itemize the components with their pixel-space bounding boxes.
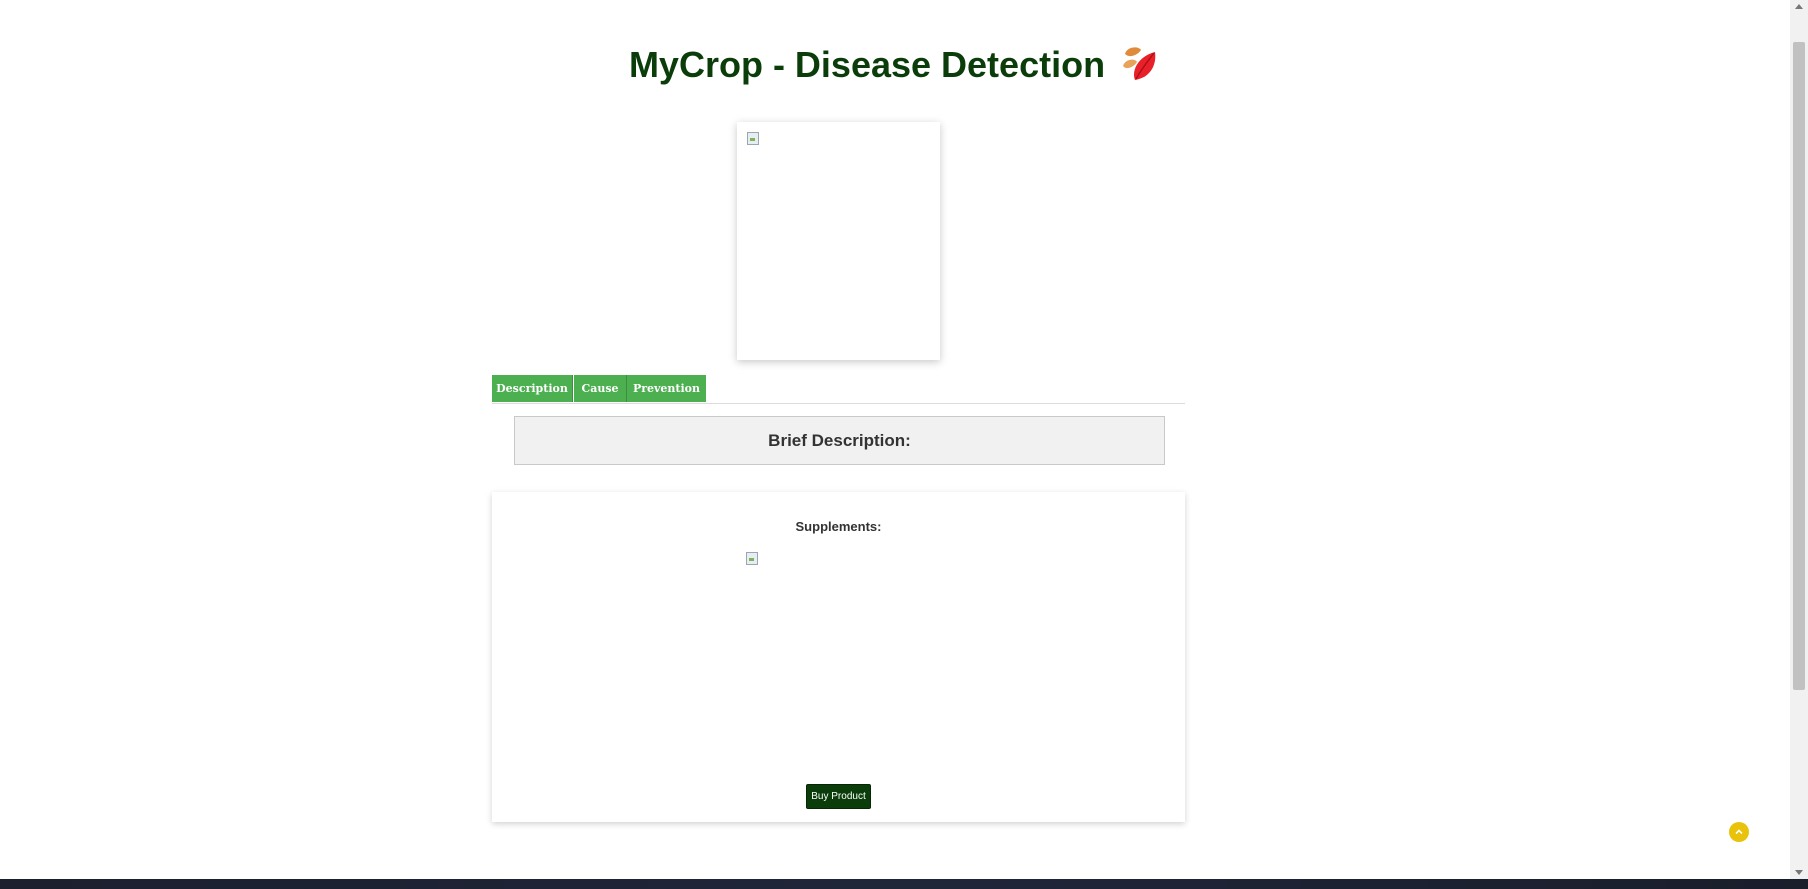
supplements-heading: Supplements: <box>795 519 882 534</box>
tab-prevention[interactable]: Prevention <box>626 375 706 402</box>
tab-cause[interactable]: Cause <box>574 375 626 402</box>
vertical-scrollbar[interactable] <box>1790 0 1808 879</box>
supplements-card: Supplements: Buy Product <box>492 492 1185 822</box>
uploaded-image-card <box>737 122 940 360</box>
header: MyCrop - Disease Detection <box>0 44 1790 86</box>
taskbar <box>0 879 1808 889</box>
supplement-image <box>746 552 758 565</box>
page-title: MyCrop - Disease Detection <box>628 44 1106 85</box>
scroll-up-arrow-icon[interactable] <box>1795 4 1803 9</box>
description-panel: Brief Description: <box>514 416 1165 465</box>
scroll-down-arrow-icon[interactable] <box>1795 870 1803 875</box>
uploaded-image <box>747 132 759 145</box>
scrollbar-thumb[interactable] <box>1793 42 1805 690</box>
page: MyCrop - Disease Detection Description C… <box>0 0 1808 889</box>
buy-product-button[interactable]: Buy Product <box>806 784 871 809</box>
chevron-up-icon <box>1735 829 1743 835</box>
tab-description[interactable]: Description <box>492 375 573 402</box>
leaves-icon <box>1119 44 1161 86</box>
scroll-to-top-button[interactable] <box>1729 822 1749 842</box>
info-tabs: Description Cause Prevention <box>492 375 1185 404</box>
description-heading: Brief Description: <box>768 430 911 450</box>
